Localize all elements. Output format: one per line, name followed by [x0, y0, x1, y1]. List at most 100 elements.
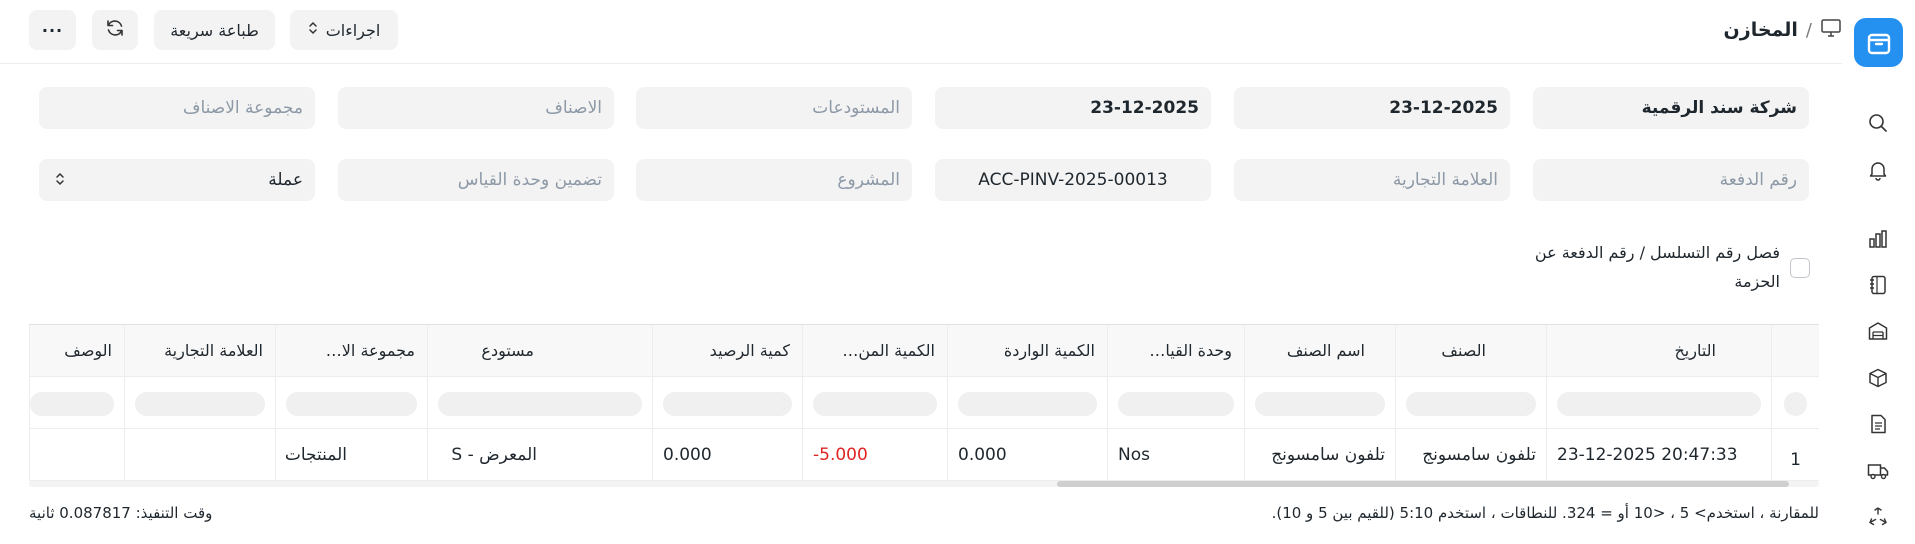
- quick-print-button[interactable]: طباعة سريعة: [154, 10, 275, 50]
- to-date-value: 23-12-2025: [1090, 98, 1199, 118]
- warehouses-placeholder: المستودعات: [812, 98, 900, 118]
- search-icon[interactable]: [1867, 112, 1889, 134]
- column-header-label: كمية الرصيد: [709, 341, 790, 360]
- more-options-button[interactable]: ···: [29, 10, 76, 50]
- column-header-balance-qty[interactable]: كمية الرصيد: [652, 325, 802, 377]
- brand-field[interactable]: العلامة التجارية: [1234, 159, 1510, 201]
- cell-item-name[interactable]: تلفون سامسونج: [1244, 429, 1395, 481]
- from-date-value: 23-12-2025: [1389, 98, 1498, 118]
- bell-icon[interactable]: [1867, 159, 1889, 181]
- page-header: / المخازن اجراءات طباعة سريعة ···: [0, 0, 1842, 64]
- column-header-in-qty[interactable]: الكمية الواردة: [947, 325, 1107, 377]
- filter-cell: [652, 377, 802, 429]
- cell-warehouse[interactable]: المعرض - S: [427, 429, 652, 481]
- currency-select[interactable]: عملة: [39, 159, 315, 201]
- recycle-icon[interactable]: [1867, 506, 1889, 528]
- sidebar-rail: [1842, 0, 1915, 544]
- brand-placeholder: العلامة التجارية: [1392, 170, 1498, 190]
- segregate-serial-batch-option: فصل رقم التسلسل / رقم الدفعة عن الحزمة: [1520, 238, 1810, 296]
- segregate-checkbox[interactable]: [1790, 258, 1810, 278]
- cell-uom[interactable]: Nos: [1107, 429, 1244, 481]
- filter-cell: [1546, 377, 1771, 429]
- cell-out-qty[interactable]: -5.000: [802, 429, 947, 481]
- cell-balance-qty[interactable]: 0.000: [652, 429, 802, 481]
- column-header-item-group[interactable]: مجموعة الا…: [275, 325, 427, 377]
- filter-cell: [1395, 377, 1546, 429]
- refresh-icon: [104, 17, 126, 43]
- truck-icon[interactable]: [1867, 460, 1889, 482]
- filter-cell: [124, 377, 275, 429]
- column-filter-input[interactable]: [30, 392, 114, 416]
- updown-chevron-icon: [308, 20, 318, 40]
- refresh-button[interactable]: [92, 10, 138, 50]
- column-filter-input[interactable]: [813, 392, 937, 416]
- actions-label: اجراءات: [325, 20, 381, 40]
- column-filter-input[interactable]: [1118, 392, 1234, 416]
- chart-icon[interactable]: [1867, 228, 1889, 250]
- column-filter-input[interactable]: [1406, 392, 1536, 416]
- box-icon[interactable]: [1867, 367, 1889, 389]
- warehouse-icon[interactable]: [1867, 320, 1889, 342]
- horizontal-scrollbar[interactable]: [29, 481, 1819, 487]
- item-group-placeholder: مجموعة الاصناف: [182, 98, 303, 118]
- column-filter-input[interactable]: [1255, 392, 1385, 416]
- column-header-warehouse[interactable]: مستودع: [427, 325, 652, 377]
- column-header-uom[interactable]: وحدة القيا…: [1107, 325, 1244, 377]
- to-date-field[interactable]: 23-12-2025: [935, 87, 1211, 129]
- column-header-brand[interactable]: العلامة التجارية: [124, 325, 275, 377]
- company-field[interactable]: شركة سند الرقمية: [1533, 87, 1809, 129]
- column-filter-input[interactable]: [1557, 392, 1761, 416]
- column-header-label: اسم الصنف: [1286, 341, 1365, 360]
- project-field[interactable]: المشروع: [636, 159, 912, 201]
- cell-date[interactable]: 23-12-2025 20:47:33: [1546, 429, 1771, 481]
- column-header-item[interactable]: الصنف: [1395, 325, 1546, 377]
- voucher-no-value: ACC-PINV-2025-00013: [978, 170, 1168, 190]
- column-filter-input[interactable]: [135, 392, 265, 416]
- row-index: 1: [1771, 429, 1819, 481]
- quick-print-label: طباعة سريعة: [170, 20, 259, 40]
- cell-description[interactable]: [29, 429, 124, 481]
- app-logo-icon[interactable]: [1854, 18, 1903, 67]
- batch-no-field[interactable]: رقم الدفعة: [1533, 159, 1809, 201]
- voucher-no-field[interactable]: ACC-PINV-2025-00013: [935, 159, 1211, 201]
- breadcrumb: / المخازن: [1724, 14, 1842, 46]
- company-value: شركة سند الرقمية: [1641, 98, 1797, 118]
- batch-no-placeholder: رقم الدفعة: [1719, 170, 1797, 190]
- column-filter-input[interactable]: [958, 392, 1097, 416]
- filter-cell: [275, 377, 427, 429]
- project-placeholder: المشروع: [837, 170, 900, 190]
- cell-in-qty[interactable]: 0.000: [947, 429, 1107, 481]
- cell-brand[interactable]: [124, 429, 275, 481]
- column-filter-input[interactable]: [286, 392, 417, 416]
- column-header-label: الكمية الواردة: [1003, 341, 1095, 360]
- column-filter-input[interactable]: [438, 392, 642, 416]
- cell-item[interactable]: تلفون سامسونج: [1395, 429, 1546, 481]
- actions-button[interactable]: اجراءات: [290, 10, 398, 50]
- page-title[interactable]: المخازن: [1724, 19, 1798, 41]
- desktop-icon[interactable]: [1820, 18, 1842, 42]
- updown-chevron-icon: [55, 170, 65, 193]
- column-header-label: مستودع: [481, 341, 534, 360]
- item-group-field[interactable]: مجموعة الاصناف: [39, 87, 315, 129]
- include-uom-field[interactable]: تضمين وحدة القياس: [338, 159, 614, 201]
- document-icon[interactable]: [1867, 413, 1889, 435]
- filter-cell: [29, 377, 124, 429]
- from-date-field[interactable]: 23-12-2025: [1234, 87, 1510, 129]
- currency-value: عملة: [268, 170, 303, 190]
- items-placeholder: الاصناف: [545, 98, 602, 118]
- column-filter-input[interactable]: [1784, 392, 1807, 416]
- column-header-item-name[interactable]: اسم الصنف: [1244, 325, 1395, 377]
- scrollbar-thumb[interactable]: [1057, 481, 1789, 487]
- column-header-date[interactable]: التاريخ: [1546, 325, 1771, 377]
- column-filter-input[interactable]: [663, 392, 792, 416]
- more-options-icon: ···: [41, 20, 64, 40]
- include-uom-placeholder: تضمين وحدة القياس: [457, 170, 602, 190]
- segregate-checkbox-label: فصل رقم التسلسل / رقم الدفعة عن الحزمة: [1534, 243, 1780, 291]
- column-header-out-qty[interactable]: الكمية المن…: [802, 325, 947, 377]
- filter-cell: [1771, 377, 1819, 429]
- column-header-description[interactable]: الوصف: [29, 325, 124, 377]
- notebook-icon[interactable]: [1867, 274, 1889, 296]
- cell-item-group[interactable]: المنتجات: [275, 429, 427, 481]
- warehouses-field[interactable]: المستودعات: [636, 87, 912, 129]
- items-field[interactable]: الاصناف: [338, 87, 614, 129]
